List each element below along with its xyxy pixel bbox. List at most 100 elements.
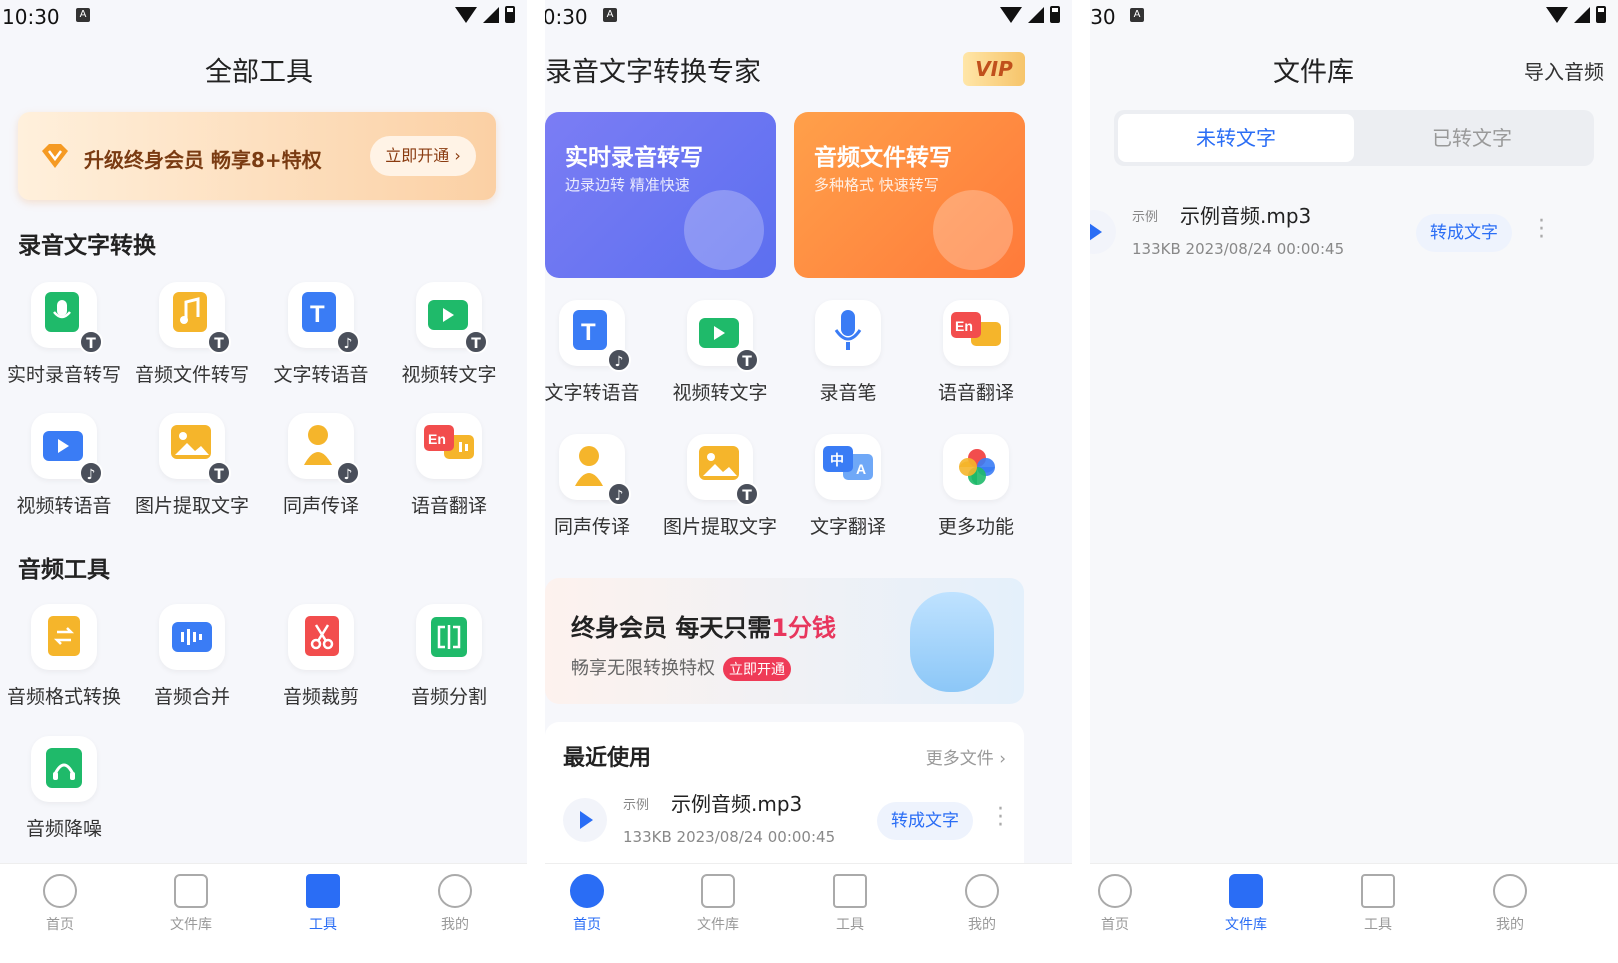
tab-mine[interactable]: 我的: [942, 874, 1022, 934]
open-now-tag[interactable]: 立即开通: [723, 657, 791, 681]
tool-video-to-text[interactable]: T 视频转文字: [385, 282, 513, 387]
tab-tools[interactable]: 工具: [283, 874, 363, 934]
tab-home[interactable]: 首页: [547, 874, 627, 934]
waveform-icon: [43, 874, 77, 908]
tool-text-to-speech[interactable]: T ♪ 文字转语音: [257, 282, 385, 387]
tab-home[interactable]: 首页: [1090, 874, 1155, 934]
diamond-icon: [42, 144, 68, 168]
tab-library[interactable]: 文件库: [151, 874, 231, 934]
conversion-filter: 未转文字 已转文字: [1114, 110, 1594, 166]
format-convert-icon: [31, 604, 97, 670]
more-options-icon[interactable]: · · ·: [997, 799, 1004, 837]
tool-text-translate[interactable]: 中A 文字翻译: [784, 434, 912, 539]
waveform-icon: [570, 874, 604, 908]
microphone-icon: [815, 300, 881, 366]
play-icon[interactable]: [1090, 210, 1116, 254]
recent-files-card: 最近使用 更多文件 › 示例 示例音频.mp3 133KB 2023/08/24…: [545, 722, 1024, 882]
page-title: 全部工具: [205, 57, 313, 88]
en-translate-icon: En: [943, 300, 1009, 366]
tab-library[interactable]: 文件库: [678, 874, 758, 934]
folder-icon: [701, 874, 735, 908]
svg-text:T: T: [581, 319, 596, 346]
promo-headline: 终身会员 每天只需1分钱: [571, 614, 837, 642]
tool-audio-denoise[interactable]: 音频降噪: [0, 736, 128, 841]
file-row[interactable]: 示例 示例音频.mp3 133KB 2023/08/24 00:00:45 转成…: [563, 780, 1008, 860]
tool-simultaneous-interpretation[interactable]: ♪ 同声传译: [257, 413, 385, 518]
notification-icon: A: [76, 8, 90, 22]
tool-image-to-text[interactable]: T 图片提取文字: [656, 434, 784, 539]
tab-mine[interactable]: 我的: [415, 874, 495, 934]
section-title-audio-tools: 音频工具: [18, 557, 110, 583]
tool-text-to-speech[interactable]: T ♪ 文字转语音: [545, 300, 656, 405]
more-files-link[interactable]: 更多文件 ›: [926, 744, 1006, 769]
video-t-icon: T: [687, 300, 759, 372]
convert-to-text-button[interactable]: 转成文字: [1416, 214, 1512, 252]
card-subtitle: 多种格式 快速转写: [814, 176, 939, 194]
tab-library[interactable]: 文件库: [1206, 874, 1286, 934]
svg-text:En: En: [955, 318, 973, 334]
zh-a-translate-icon: 中A: [815, 434, 881, 500]
tool-video-to-text[interactable]: T 视频转文字: [656, 300, 784, 405]
play-icon[interactable]: [563, 798, 607, 842]
video-speech-icon: ♪: [31, 413, 103, 485]
import-audio-button[interactable]: 导入音频: [1524, 56, 1604, 85]
wifi-icon: [1000, 6, 1022, 23]
tool-image-to-text[interactable]: T 图片提取文字: [128, 413, 256, 518]
card-title: 实时录音转写: [565, 145, 703, 171]
tab-home[interactable]: 首页: [20, 874, 100, 934]
smile-icon: [965, 874, 999, 908]
notification-icon: A: [603, 8, 617, 22]
image-t-icon: T: [159, 413, 231, 485]
status-time: 10:30: [2, 5, 60, 29]
tab-not-converted[interactable]: 未转文字: [1118, 114, 1354, 162]
person-speech-icon: ♪: [559, 434, 631, 506]
signal-icon: [483, 6, 499, 23]
tool-audio-file-transcribe[interactable]: T 音频文件转写: [128, 282, 256, 387]
tool-audio-merge[interactable]: 音频合并: [128, 604, 256, 709]
bottom-tab-bar: 首页 文件库 工具 我的: [545, 863, 1072, 963]
bottom-tab-bar: 首页 文件库 工具 我的: [0, 863, 527, 963]
tool-audio-split[interactable]: 音频分割: [385, 604, 513, 709]
more-options-icon[interactable]: · · ·: [1538, 211, 1545, 249]
status-time: 10:30: [545, 5, 588, 29]
toolbox-icon: [306, 874, 340, 908]
tool-video-to-speech[interactable]: ♪ 视频转语音: [0, 413, 128, 518]
tool-more-functions[interactable]: 更多功能: [912, 434, 1040, 539]
tab-converted[interactable]: 已转文字: [1354, 114, 1590, 162]
text-speech-icon: T ♪: [559, 300, 631, 372]
tool-audio-cut[interactable]: 音频裁剪: [257, 604, 385, 709]
realtime-transcribe-card[interactable]: 实时录音转写 边录边转 精准快速: [545, 112, 776, 278]
open-vip-button[interactable]: 立即开通 ›: [370, 136, 476, 176]
tool-voice-translate[interactable]: En 语音翻译: [385, 413, 513, 518]
file-meta: 133KB 2023/08/24 00:00:45: [1132, 240, 1345, 258]
card-title: 音频文件转写: [814, 145, 952, 171]
file-name: 示例音频.mp3: [671, 792, 803, 816]
headphone-illustration-icon: [910, 592, 994, 692]
folder-audio-icon: [933, 190, 1013, 270]
vip-upgrade-banner[interactable]: 升级终身会员 畅享8+特权 立即开通 ›: [18, 112, 496, 200]
status-time: 10:30: [1090, 5, 1116, 29]
text-speech-icon: T ♪: [288, 282, 360, 354]
waveform-icon: [1098, 874, 1132, 908]
tool-voice-translate[interactable]: En 语音翻译: [912, 300, 1040, 405]
en-translate-icon: En: [416, 413, 482, 479]
audio-file-transcribe-card[interactable]: 音频文件转写 多种格式 快速转写: [794, 112, 1025, 278]
merge-icon: [159, 604, 225, 670]
wifi-icon: [455, 6, 477, 23]
tool-audio-format-convert[interactable]: 音频格式转换: [0, 604, 128, 709]
tab-tools[interactable]: 工具: [1338, 874, 1418, 934]
status-bar: 10:30 A: [1090, 0, 1618, 30]
tab-tools[interactable]: 工具: [810, 874, 890, 934]
app-title: 录音文字转换专家: [545, 57, 761, 88]
file-row[interactable]: 示例 示例音频.mp3 133KB 2023/08/24 00:00:45 转成…: [1090, 192, 1572, 272]
video-t-icon: T: [416, 282, 488, 354]
lifetime-vip-promo[interactable]: 终身会员 每天只需1分钱 畅享无限转换特权 立即开通: [545, 578, 1024, 704]
example-tag: 示例: [1132, 210, 1159, 225]
vip-badge[interactable]: VIP: [963, 52, 1025, 86]
tool-voice-recorder[interactable]: 录音笔: [784, 300, 912, 405]
tool-simultaneous-interpretation[interactable]: ♪ 同声传译: [545, 434, 656, 539]
convert-to-text-button[interactable]: 转成文字: [877, 802, 973, 840]
tool-realtime-transcribe[interactable]: T 实时录音转写: [0, 282, 128, 387]
tab-mine[interactable]: 我的: [1470, 874, 1550, 934]
mic-t-icon: T: [31, 282, 103, 354]
